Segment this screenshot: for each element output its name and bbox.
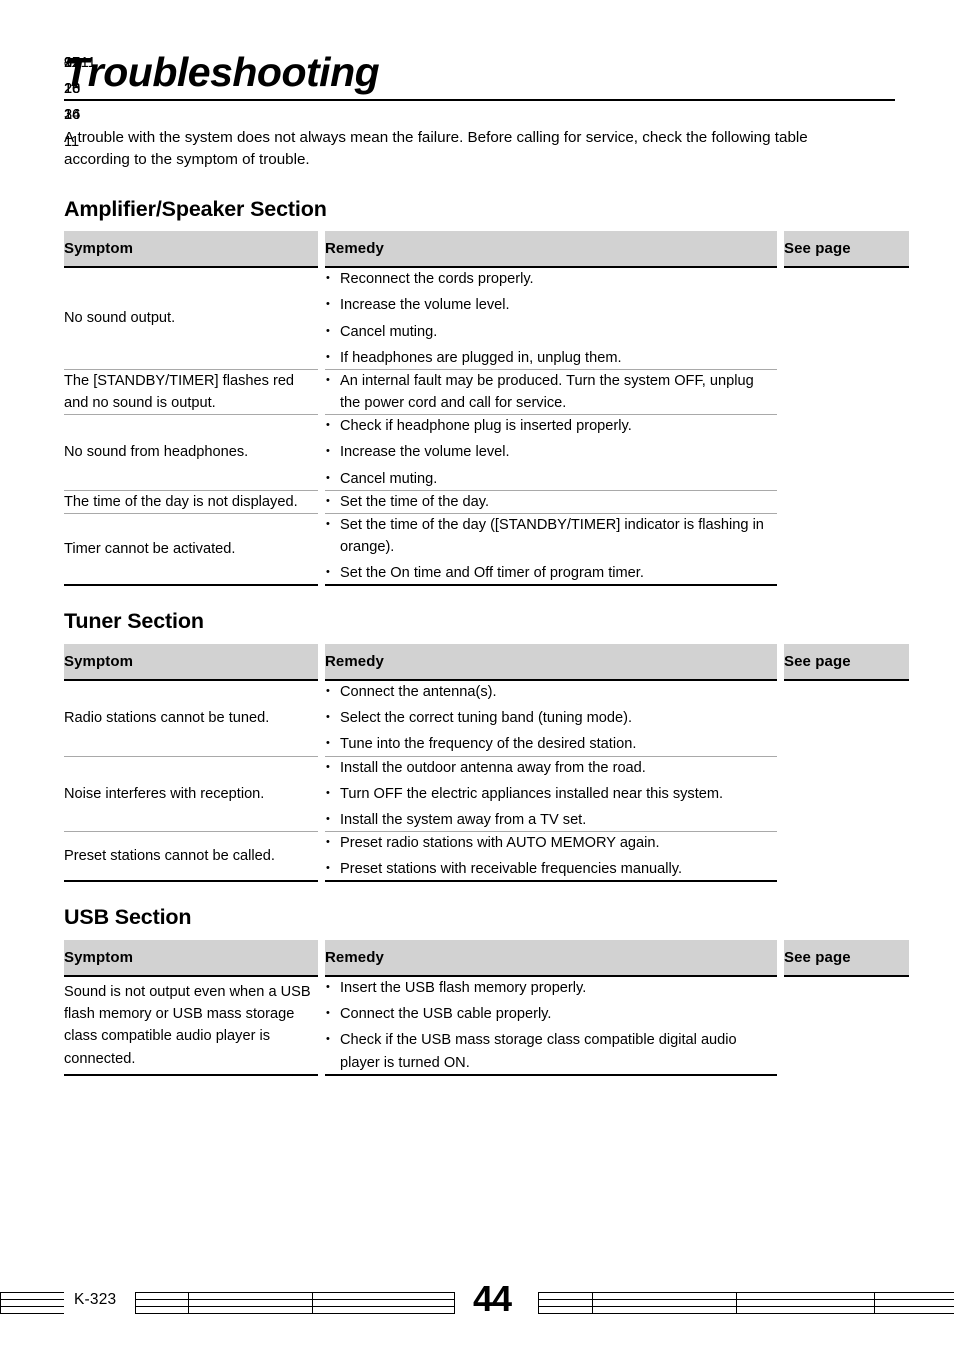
page-content: Troubleshooting A trouble with the syste… xyxy=(64,52,909,1100)
cell-see-page: 10 xyxy=(64,52,954,1354)
section-usb: USB Section Symptom Remedy See page Soun… xyxy=(64,81,909,1076)
troubleshooting-table: Symptom Remedy See page Sound is not out… xyxy=(57,81,916,1076)
page-ref-list: 10 xyxy=(64,52,954,100)
table-row: Sound is not output even when a USB flas… xyxy=(64,81,909,1076)
page-number: 44 xyxy=(473,1278,512,1319)
page-ref: 10 xyxy=(64,81,81,98)
footer-rule-middle xyxy=(135,1292,455,1320)
page-footer: K-323 44 xyxy=(0,1278,954,1332)
footer-rule-left xyxy=(0,1292,64,1320)
model-code: K-323 xyxy=(74,1291,117,1308)
document-page: Troubleshooting A trouble with the syste… xyxy=(0,0,954,1354)
footer-rule-right xyxy=(538,1292,954,1320)
